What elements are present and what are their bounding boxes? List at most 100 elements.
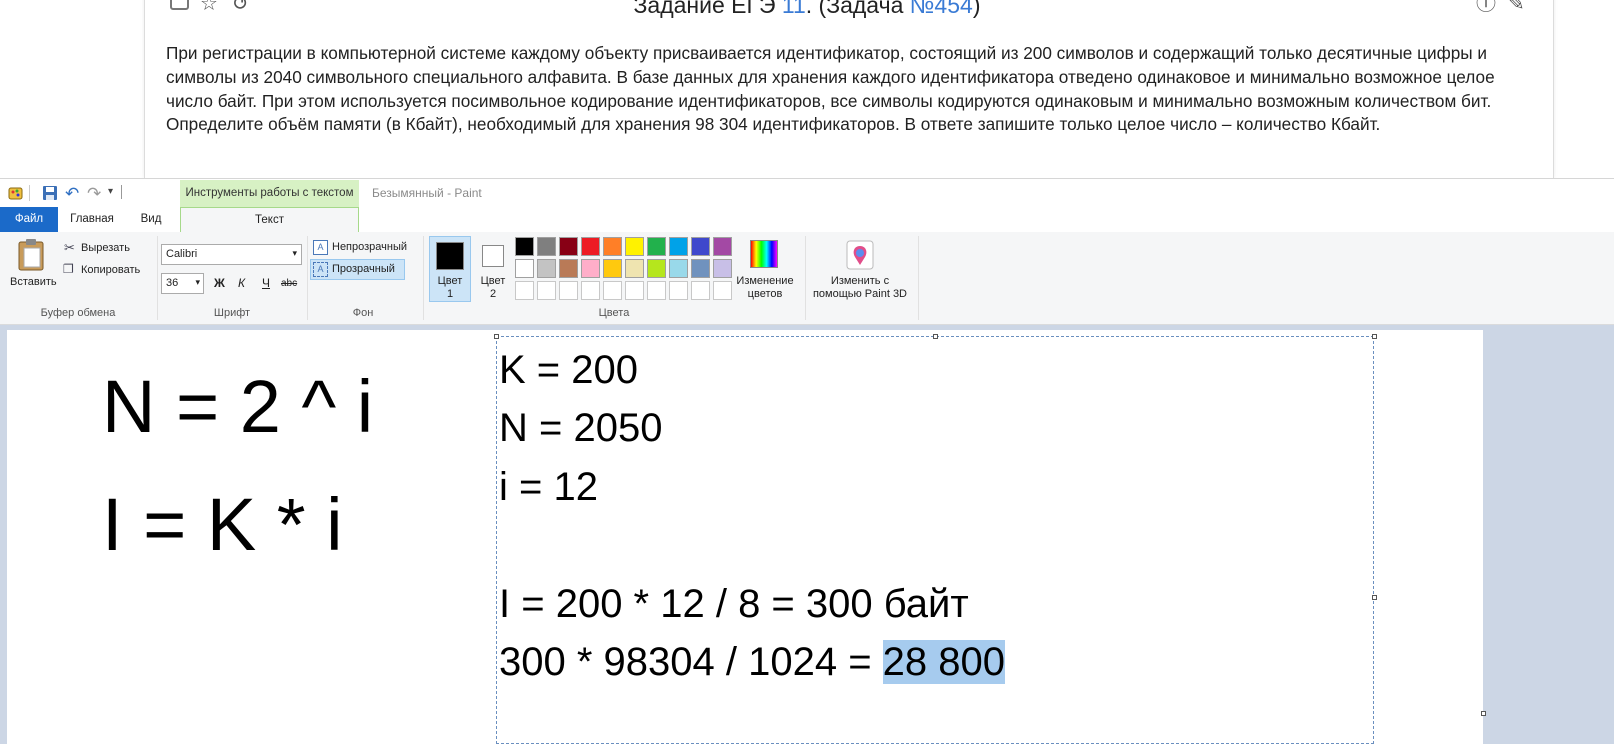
problem-id-link[interactable]: №454 bbox=[910, 0, 973, 18]
palette-color-swatch[interactable] bbox=[691, 259, 710, 278]
color2-swatch[interactable] bbox=[482, 245, 504, 267]
text-line-i: i = 12 bbox=[499, 465, 598, 509]
paint-app-icon[interactable] bbox=[8, 185, 24, 201]
task-text: При регистрации в компьютерной системе к… bbox=[166, 43, 1495, 135]
transparent-option[interactable]: Прозрачный bbox=[332, 263, 395, 275]
chevron-down-icon: ▾ bbox=[292, 248, 297, 258]
tab-view[interactable]: Вид bbox=[125, 207, 177, 232]
redo-icon[interactable]: ↷ bbox=[87, 184, 101, 204]
paste-icon[interactable] bbox=[16, 238, 48, 272]
color2-label: Цвет bbox=[480, 275, 506, 287]
paint3d-label-line2[interactable]: помощью Paint 3D bbox=[810, 288, 910, 300]
info-icon[interactable]: ⓘ bbox=[1476, 0, 1496, 14]
palette-color-swatch[interactable] bbox=[625, 259, 644, 278]
cut-button[interactable]: Вырезать bbox=[81, 242, 130, 254]
palette-color-swatch[interactable] bbox=[669, 237, 688, 256]
palette-color-swatch[interactable] bbox=[691, 281, 710, 300]
task-title-suffix: ) bbox=[972, 0, 981, 18]
paint3d-icon[interactable] bbox=[846, 240, 874, 270]
selection-handle-tl[interactable] bbox=[494, 334, 499, 339]
palette-color-swatch[interactable] bbox=[515, 281, 534, 300]
text-line-k: K = 200 bbox=[499, 348, 639, 392]
ribbon-separator bbox=[805, 236, 806, 320]
font-size-value: 36 bbox=[166, 277, 179, 289]
palette-color-swatch[interactable] bbox=[515, 237, 534, 256]
palette-color-swatch[interactable] bbox=[603, 259, 622, 278]
copy-icon[interactable]: ❐ bbox=[63, 262, 74, 276]
tab-file[interactable]: Файл bbox=[0, 207, 58, 232]
strikethrough-button[interactable]: abc bbox=[281, 278, 297, 289]
pencil-icon[interactable]: ✎ bbox=[1508, 0, 1525, 14]
font-size-select[interactable]: 36 ▾ bbox=[161, 273, 204, 294]
palette-color-swatch[interactable] bbox=[603, 281, 622, 300]
color2-number: 2 bbox=[489, 288, 497, 300]
palette-color-swatch[interactable] bbox=[537, 259, 556, 278]
selection-handle-tr[interactable] bbox=[1372, 334, 1377, 339]
underline-button[interactable]: Ч bbox=[262, 276, 270, 290]
color1-label: Цвет bbox=[437, 275, 463, 287]
font-family-value: Calibri bbox=[166, 248, 198, 260]
chevron-down-icon: ▾ bbox=[195, 277, 200, 287]
qat-dropdown-icon[interactable]: ▾ bbox=[108, 186, 113, 197]
palette-color-swatch[interactable] bbox=[537, 237, 556, 256]
opaque-icon: A bbox=[313, 240, 328, 255]
color-palette bbox=[515, 237, 735, 303]
save-icon[interactable] bbox=[42, 185, 58, 201]
canvas-resize-handle[interactable] bbox=[1481, 711, 1486, 716]
color1-swatch bbox=[436, 242, 464, 270]
cut-icon[interactable]: ✂ bbox=[64, 240, 75, 256]
task-title-mid: . (Задача bbox=[805, 0, 910, 18]
paste-button[interactable]: Вставить bbox=[10, 276, 57, 288]
background-group-label: Фон bbox=[352, 307, 374, 319]
palette-color-swatch[interactable] bbox=[669, 281, 688, 300]
qat-end-separator bbox=[121, 185, 122, 199]
result-highlighted[interactable]: 28 800 bbox=[882, 640, 1006, 684]
palette-color-swatch[interactable] bbox=[625, 281, 644, 300]
palette-color-swatch[interactable] bbox=[559, 259, 578, 278]
text-tools-context-label: Инструменты работы с текстом bbox=[180, 180, 359, 207]
tab-home[interactable]: Главная bbox=[62, 207, 122, 232]
text-line-result: 300 * 98304 / 1024 = 28 800 bbox=[499, 640, 1006, 684]
palette-color-swatch[interactable] bbox=[537, 281, 556, 300]
palette-color-swatch[interactable] bbox=[647, 237, 666, 256]
text-line-n: N = 2050 bbox=[499, 406, 663, 450]
palette-color-swatch[interactable] bbox=[515, 259, 534, 278]
text-line-volume: I = 200 * 12 / 8 = 300 байт bbox=[499, 582, 969, 626]
palette-color-swatch[interactable] bbox=[559, 237, 578, 256]
qat-separator bbox=[29, 185, 30, 201]
tab-text[interactable]: Текст bbox=[180, 207, 359, 233]
undo-icon[interactable]: ↶ bbox=[65, 184, 79, 204]
palette-color-swatch[interactable] bbox=[669, 259, 688, 278]
font-family-select[interactable]: Calibri ▾ bbox=[161, 244, 302, 265]
edit-colors-icon[interactable] bbox=[750, 240, 778, 268]
formula-n: N = 2 ^ i bbox=[102, 365, 374, 448]
selection-handle-tm[interactable] bbox=[933, 334, 938, 339]
color1-number: 1 bbox=[446, 288, 454, 300]
task-number-link[interactable]: 11 bbox=[782, 0, 806, 18]
paint3d-label-line1[interactable]: Изменить с bbox=[810, 275, 910, 287]
selection-handle-mr[interactable] bbox=[1372, 595, 1377, 600]
task-title: Задание ЕГЭ 11. (Задача №454) bbox=[0, 0, 1614, 19]
palette-color-swatch[interactable] bbox=[691, 237, 710, 256]
palette-color-swatch[interactable] bbox=[559, 281, 578, 300]
edit-colors-label-line2[interactable]: цветов bbox=[730, 288, 800, 300]
result-expression: 300 * 98304 / 1024 = bbox=[499, 640, 883, 684]
font-group-label: Шрифт bbox=[213, 307, 251, 319]
task-title-prefix: Задание ЕГЭ bbox=[633, 0, 782, 18]
palette-color-swatch[interactable] bbox=[647, 281, 666, 300]
palette-color-swatch[interactable] bbox=[581, 281, 600, 300]
transparent-icon: A bbox=[313, 262, 328, 277]
palette-color-swatch[interactable] bbox=[581, 259, 600, 278]
palette-color-swatch[interactable] bbox=[603, 237, 622, 256]
palette-color-swatch[interactable] bbox=[647, 259, 666, 278]
clipboard-group-label: Буфер обмена bbox=[40, 307, 116, 319]
window-title: Безымянный - Paint bbox=[372, 186, 482, 200]
bold-button[interactable]: Ж bbox=[214, 276, 225, 290]
opaque-option[interactable]: Непрозрачный bbox=[332, 241, 407, 253]
edit-colors-label-line1[interactable]: Изменение bbox=[730, 275, 800, 287]
palette-color-swatch[interactable] bbox=[625, 237, 644, 256]
palette-color-swatch[interactable] bbox=[581, 237, 600, 256]
copy-button[interactable]: Копировать bbox=[81, 264, 140, 276]
italic-button[interactable]: К bbox=[238, 276, 245, 290]
palette-color-swatch[interactable] bbox=[713, 237, 732, 256]
